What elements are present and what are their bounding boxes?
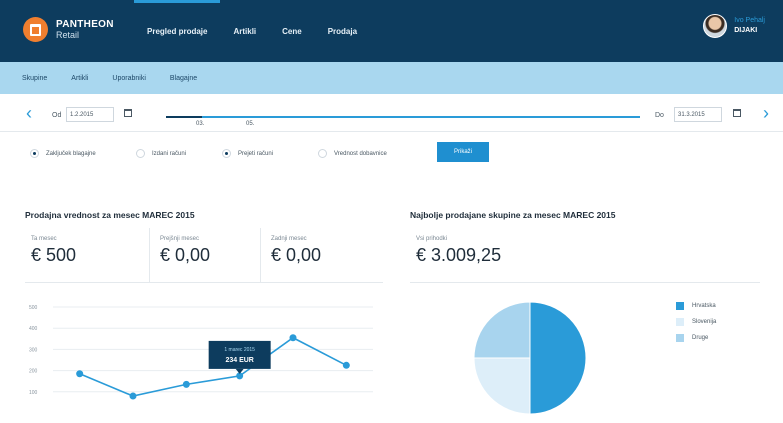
option-label: Izdani računi <box>152 150 187 157</box>
kpi-value: € 0,00 <box>271 245 322 265</box>
legend-label: Druge <box>692 335 709 341</box>
line-chart-svg: 500 400 300 200 100 1 marec 2015 234 EUR <box>29 305 373 400</box>
legend-swatch <box>676 318 684 326</box>
radio-button-checked[interactable] <box>222 149 231 158</box>
legend-swatch <box>676 302 684 310</box>
date-from-input[interactable]: 1.2.2015 <box>66 107 114 122</box>
option-closing[interactable]: Zaključek blagajne <box>30 149 96 158</box>
data-point[interactable] <box>76 370 84 378</box>
kpi-value: € 3.009,25 <box>416 245 502 265</box>
option-label: Vrednost dobavnice <box>334 150 387 157</box>
legend-item[interactable]: Hrvatska <box>676 302 716 310</box>
subnav-cash-registers[interactable]: Blagajne <box>158 75 209 82</box>
nav-articles[interactable]: Artikli <box>220 0 269 62</box>
radio-button[interactable] <box>136 149 145 158</box>
pie-legend: Hrvatska Slovenija Druge <box>676 302 716 350</box>
data-source-options: Zaključek blagajne Izdani računi Prejeti… <box>0 143 783 167</box>
user-role: DIJAKI <box>734 27 758 34</box>
calendar-icon[interactable] <box>733 109 741 117</box>
tooltip-value: 234 EUR <box>225 357 253 364</box>
radio-button-checked[interactable] <box>30 149 39 158</box>
data-point[interactable] <box>182 380 190 388</box>
user-menu[interactable]: Ivo Pehalj DIJAKI <box>703 14 765 38</box>
radio-button[interactable] <box>318 149 327 158</box>
top-groups-title: Najbolje prodajane skupine za mesec MARE… <box>410 210 616 220</box>
date-range-slider[interactable] <box>166 116 640 118</box>
kpi-label: Vsi prihodki <box>416 236 448 242</box>
tooltip-date: 1 marec 2015 <box>224 347 255 353</box>
option-received-invoices[interactable]: Prejeti računi <box>222 149 273 158</box>
kpi-value: € 0,00 <box>160 245 211 265</box>
option-issued-invoices[interactable]: Izdani računi <box>136 149 186 158</box>
previous-period-chevron-left-icon[interactable]: ‹ <box>26 104 32 122</box>
data-point[interactable] <box>289 334 297 342</box>
subnav-articles[interactable]: Artikli <box>59 75 100 82</box>
date-range-slider-selection[interactable] <box>166 116 202 118</box>
y-tick-label: 300 <box>29 347 38 353</box>
sales-value-title: Prodajna vrednost za mesec MAREC 2015 <box>25 210 195 220</box>
logo-name: PANTHEON <box>56 18 114 30</box>
date-to-label: Do <box>655 112 664 119</box>
calendar-icon[interactable] <box>124 109 132 117</box>
option-delivery-value[interactable]: Vrednost dobavnice <box>318 149 387 158</box>
avatar[interactable] <box>703 14 728 38</box>
revenue-kpi-row: Vsi prihodki € 3.009,25 <box>410 228 760 283</box>
top-groups-pie-chart <box>410 288 783 418</box>
pantheon-logo-icon <box>23 17 48 42</box>
kpi-previous-month: Prejšnji mesec € 0,00 <box>150 228 261 282</box>
pie-slice[interactable] <box>473 301 531 359</box>
y-tick-label: 200 <box>29 369 38 375</box>
date-to-input[interactable]: 31.3.2015 <box>674 107 722 122</box>
show-button[interactable]: Prikaži <box>437 142 489 162</box>
legend-item[interactable]: Druge <box>676 334 716 342</box>
slider-tick-label: 03. <box>196 121 205 127</box>
legend-swatch <box>676 334 684 342</box>
pie-slice[interactable] <box>473 357 531 415</box>
kpi-label: Ta mesec <box>31 236 57 242</box>
kpi-this-month: Ta mesec € 500 <box>25 228 150 282</box>
chart-tooltip: 1 marec 2015 234 EUR <box>208 340 271 374</box>
kpi-label: Prejšnji mesec <box>160 236 200 242</box>
user-name: Ivo Pehalj <box>734 17 765 24</box>
option-label: Zaključek blagajne <box>46 150 96 157</box>
logo-subtitle: Retail <box>56 29 80 40</box>
legend-label: Hrvatska <box>692 303 716 309</box>
y-tick-label: 100 <box>29 390 38 396</box>
pie-slice[interactable] <box>529 301 587 415</box>
nav-prices[interactable]: Cene <box>269 0 315 62</box>
top-bar: PANTHEON Retail Pregled prodaje Artikli … <box>0 0 783 62</box>
option-label: Prejeti računi <box>238 150 274 157</box>
legend-label: Slovenija <box>692 319 717 325</box>
subnav-groups[interactable]: Skupine <box>10 75 59 82</box>
sales-line-chart: 500 400 300 200 100 1 marec 2015 234 EUR <box>25 295 383 418</box>
pantheon-logo[interactable]: PANTHEON Retail <box>23 17 114 42</box>
data-point[interactable] <box>342 361 350 369</box>
y-tick-label: 500 <box>29 305 38 311</box>
pie-chart-svg <box>473 301 587 415</box>
sales-kpi-row: Ta mesec € 500 Prejšnji mesec € 0,00 Zad… <box>25 228 383 283</box>
nav-sales-overview[interactable]: Pregled prodaje <box>134 0 221 62</box>
kpi-label: Zadnji mesec <box>271 236 307 242</box>
data-point[interactable] <box>129 392 137 400</box>
sub-nav: Skupine Artikli Uporabniki Blagajne <box>0 62 783 94</box>
next-period-chevron-right-icon[interactable]: › <box>763 104 769 122</box>
legend-item[interactable]: Slovenija <box>676 318 716 326</box>
slider-tick-label: 05. <box>246 121 255 127</box>
kpi-total-revenue: Vsi prihodki € 3.009,25 <box>410 228 760 282</box>
kpi-last-month: Zadnji mesec € 0,00 <box>261 228 383 282</box>
kpi-value: € 500 <box>31 245 77 265</box>
subnav-users[interactable]: Uporabniki <box>100 75 157 82</box>
date-range-bar: ‹ Od 1.2.2015 Do 31.3.2015 › <box>0 98 783 132</box>
date-from-label: Od <box>52 112 62 119</box>
nav-sales[interactable]: Prodaja <box>315 0 370 62</box>
main-nav: Pregled prodaje Artikli Cene Prodaja <box>134 0 370 62</box>
y-tick-label: 400 <box>29 326 38 332</box>
